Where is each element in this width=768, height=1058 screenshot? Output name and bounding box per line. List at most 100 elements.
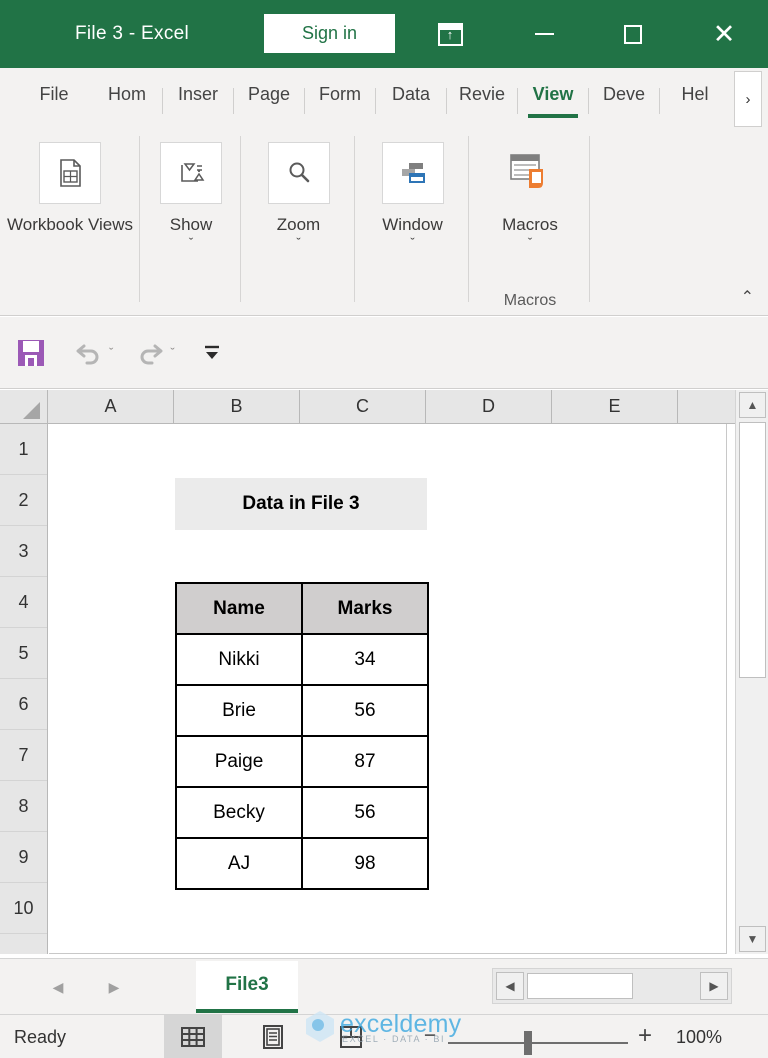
column-header-c[interactable]: C	[300, 390, 426, 424]
data-title-cell[interactable]: Data in File 3	[175, 478, 427, 530]
row-header-1[interactable]: 1	[0, 424, 47, 475]
select-all-corner[interactable]	[0, 390, 48, 424]
tab-developer[interactable]: Deve	[589, 68, 659, 126]
cell-marks[interactable]: 87	[302, 736, 428, 787]
ribbon-group-window[interactable]: Window ˇ	[356, 130, 469, 316]
tab-home[interactable]: Hom	[92, 68, 162, 126]
column-header-b[interactable]: B	[174, 390, 300, 424]
redo-dropdown-caret[interactable]: ˇ	[170, 345, 174, 360]
cell-name[interactable]: Nikki	[176, 634, 302, 685]
ribbon-group-divider	[240, 136, 241, 302]
ribbon-group-divider	[354, 136, 355, 302]
redo-button[interactable]: ˇ	[135, 340, 174, 366]
cell-name[interactable]: Becky	[176, 787, 302, 838]
undo-dropdown-caret[interactable]: ˇ	[109, 345, 113, 360]
tab-help[interactable]: Hel	[660, 68, 730, 126]
undo-button[interactable]: ˇ	[74, 340, 113, 366]
scroll-up-icon[interactable]: ▲	[739, 392, 766, 418]
sheet-tab-file3[interactable]: File3	[196, 961, 298, 1013]
undo-icon	[74, 340, 104, 366]
column-header-d[interactable]: D	[426, 390, 552, 424]
close-icon[interactable]: ✕	[692, 0, 756, 68]
scroll-right-icon[interactable]: ▶	[700, 972, 728, 1000]
scroll-left-icon[interactable]: ◀	[496, 972, 524, 1000]
tab-review[interactable]: Revie	[447, 68, 517, 126]
zoom-slider-thumb[interactable]	[524, 1031, 532, 1055]
vertical-scroll-thumb[interactable]	[739, 422, 766, 678]
ribbon-group-label: Workbook Views	[7, 214, 133, 236]
collapse-ribbon-button[interactable]: ⌃	[741, 287, 754, 307]
row-header-10[interactable]: 10	[0, 883, 47, 934]
workbook-views-icon[interactable]	[39, 142, 101, 204]
next-sheet-icon[interactable]: ▶	[100, 973, 128, 1001]
cell-marks[interactable]: 34	[302, 634, 428, 685]
column-header-a[interactable]: A	[48, 390, 174, 424]
vertical-scrollbar[interactable]: ▲ ▼	[735, 390, 768, 954]
tab-page-layout[interactable]: Page	[234, 68, 304, 126]
table-header-name[interactable]: Name	[176, 583, 302, 634]
row-header-8[interactable]: 8	[0, 781, 47, 832]
ribbon-group-show[interactable]: Show ˇ	[141, 130, 241, 316]
cell-name[interactable]: Brie	[176, 685, 302, 736]
maximize-icon[interactable]	[601, 0, 665, 68]
show-caret[interactable]: ˇ	[189, 236, 193, 250]
tab-view[interactable]: View	[518, 68, 588, 126]
page-layout-view-icon[interactable]	[244, 1015, 302, 1058]
previous-sheet-icon[interactable]: ◀	[44, 973, 72, 1001]
zoom-caret[interactable]: ˇ	[296, 236, 300, 250]
normal-view-icon[interactable]	[164, 1015, 222, 1058]
row-header-7[interactable]: 7	[0, 730, 47, 781]
row-header-6[interactable]: 6	[0, 679, 47, 730]
ribbon-group-macros[interactable]: Macros ˇ Macros	[470, 130, 590, 316]
scroll-down-icon[interactable]: ▼	[739, 926, 766, 952]
ribbon-display-options-icon[interactable]	[418, 0, 482, 68]
column-header-f[interactable]	[678, 390, 734, 424]
sign-in-button[interactable]: Sign in	[264, 14, 395, 53]
ribbon-group-workbook-views[interactable]: Workbook Views ˇ	[0, 130, 140, 316]
ribbon-group-label: Zoom	[277, 214, 320, 236]
page-break-preview-icon[interactable]	[322, 1015, 380, 1058]
tab-formulas[interactable]: Form	[305, 68, 375, 126]
ribbon-group-label: Window	[382, 214, 442, 236]
column-header-row: A B C D E	[0, 390, 735, 424]
ribbon-group-divider	[589, 136, 590, 302]
zoom-in-button[interactable]: +	[634, 1026, 656, 1048]
quick-access-toolbar: ˇ ˇ	[0, 317, 768, 389]
window-caret[interactable]: ˇ	[410, 236, 414, 250]
zoom-out-button[interactable]: −	[420, 1027, 440, 1047]
table-header-marks[interactable]: Marks	[302, 583, 428, 634]
table-row: Becky 56	[176, 787, 428, 838]
tab-insert[interactable]: Inser	[163, 68, 233, 126]
horizontal-scrollbar[interactable]: ◀ ▶	[492, 968, 732, 1004]
zoom-slider-track[interactable]	[448, 1042, 628, 1044]
row-header-2[interactable]: 2	[0, 475, 47, 526]
cell-name[interactable]: Paige	[176, 736, 302, 787]
row-header-4[interactable]: 4	[0, 577, 47, 628]
save-button[interactable]	[16, 338, 46, 368]
show-icon[interactable]	[160, 142, 222, 204]
macros-caret[interactable]: ˇ	[528, 236, 532, 250]
zoom-level-label[interactable]: 100%	[676, 1027, 722, 1048]
worksheet-grid[interactable]: Data in File 3 Name Marks Nikki 34 Brie …	[49, 424, 727, 954]
column-header-e[interactable]: E	[552, 390, 678, 424]
cell-marks[interactable]: 98	[302, 838, 428, 889]
tab-data[interactable]: Data	[376, 68, 446, 126]
row-header-9[interactable]: 9	[0, 832, 47, 883]
macros-icon[interactable]	[499, 142, 561, 204]
row-header-3[interactable]: 3	[0, 526, 47, 577]
ribbon-group-caption: Macros	[470, 292, 590, 310]
window-icon[interactable]	[382, 142, 444, 204]
zoom-icon[interactable]	[268, 142, 330, 204]
tab-overflow-button[interactable]: ›	[734, 71, 762, 127]
save-icon	[16, 338, 46, 368]
horizontal-scroll-thumb[interactable]	[527, 973, 633, 999]
customize-quick-access-toolbar-icon[interactable]	[201, 343, 223, 363]
row-header-5[interactable]: 5	[0, 628, 47, 679]
cell-name[interactable]: AJ	[176, 838, 302, 889]
minimize-icon[interactable]	[512, 0, 576, 68]
cell-marks[interactable]: 56	[302, 787, 428, 838]
data-table[interactable]: Name Marks Nikki 34 Brie 56 Paige 87 Bec…	[175, 582, 429, 890]
ribbon-group-zoom[interactable]: Zoom ˇ	[242, 130, 355, 316]
cell-marks[interactable]: 56	[302, 685, 428, 736]
tab-file[interactable]: File	[16, 68, 92, 126]
